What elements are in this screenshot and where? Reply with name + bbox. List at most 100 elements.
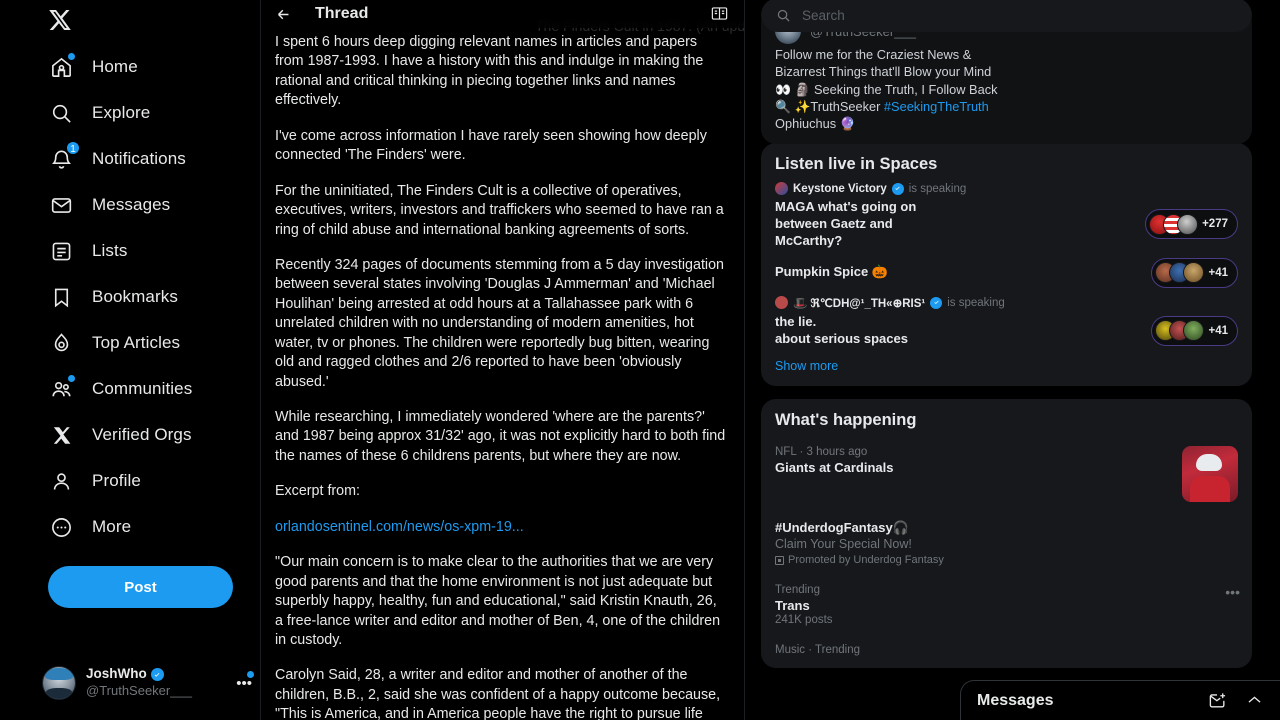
account-display-name: JoshWho <box>86 666 147 682</box>
trend-name: Giants at Cardinals <box>775 460 894 476</box>
right-sidebar: @TruthSeeker___ Follow me for the Crazie… <box>745 0 1280 720</box>
space-listener-count: +41 <box>1208 324 1228 337</box>
right-cards: Listen live in Spaces Keystone Victory i… <box>761 143 1252 681</box>
thread-column: Thread The Finders Cult in 1987. (An upd… <box>260 0 745 720</box>
x-logo-icon[interactable] <box>48 2 92 38</box>
sidebar-item-home[interactable]: Home <box>48 44 260 90</box>
sidebar-item-messages[interactable]: Messages <box>48 182 260 228</box>
host-avatar <box>775 182 788 195</box>
sidebar-item-verified-orgs[interactable]: Verified Orgs <box>48 412 260 458</box>
space-item[interactable]: Keystone Victory is speaking MAGA what's… <box>761 182 1252 258</box>
trend-post-count: 241K posts <box>775 614 833 627</box>
account-badge-dot <box>247 670 254 678</box>
space-listener-count: +41 <box>1208 266 1228 279</box>
promoted-item[interactable]: #UnderdogFantasy🎧 Claim Your Special Now… <box>761 512 1252 576</box>
account-display-name-row: JoshWho <box>86 666 192 683</box>
bookmark-icon <box>48 284 74 310</box>
sidebar-item-label: Top Articles <box>92 333 181 352</box>
sidebar-item-profile[interactable]: Profile <box>48 458 260 504</box>
post-paragraph: For the uninitiated, The Finders Cult is… <box>275 182 724 238</box>
home-icon <box>48 53 75 80</box>
trend-item[interactable]: NFL · 3 hours ago Giants at Cardinals <box>761 438 1252 512</box>
sidebar-item-explore[interactable]: Explore <box>48 90 260 136</box>
sidebar-item-label: Home <box>92 57 138 76</box>
avatar <box>42 666 76 700</box>
spaces-title: Listen live in Spaces <box>775 155 938 173</box>
home-badge-dot <box>68 53 75 60</box>
space-host-state: is speaking <box>908 182 967 195</box>
profile-bio-line: Bizarrest Things that'll Blow your Mind <box>775 64 992 80</box>
thumb-jersey <box>1190 476 1230 503</box>
sidebar-item-more[interactable]: More <box>48 504 260 550</box>
post-quote-paragraph: Carolyn Said, 28, a writer and editor an… <box>275 667 721 720</box>
post-paragraph: I've come across information I have rare… <box>275 127 707 164</box>
listener-avatar <box>1177 213 1199 235</box>
promoted-hashtag: #UnderdogFantasy🎧 <box>775 520 909 536</box>
post-paragraph: I spent 6 hours deep digging relevant na… <box>275 34 704 109</box>
messages-dock-actions <box>1208 691 1264 710</box>
sidebar-item-label: Profile <box>92 471 141 490</box>
search-input[interactable] <box>802 7 1237 23</box>
trend-item[interactable]: ••• Trending Trans 241K posts <box>761 576 1252 636</box>
search-bar[interactable] <box>761 0 1252 32</box>
promoted-label-row: Promoted by Underdog Fantasy <box>775 554 1238 566</box>
trend-text: NFL · 3 hours ago Giants at Cardinals <box>775 446 893 475</box>
profile-bio-line: 🔍 ✨TruthSeeker #SeekingTheTruth <box>775 98 1238 115</box>
post-paragraph: Excerpt from: <box>275 483 361 500</box>
spaces-show-more[interactable]: Show more <box>761 355 1252 386</box>
promoted-tagline: Claim Your Special Now! <box>775 537 912 552</box>
source-link[interactable]: orlandosentinel.com/news/os-xpm-19... <box>275 519 524 535</box>
trend-item[interactable]: Music · Trending <box>761 636 1252 668</box>
ellipsis-icon[interactable]: ••• <box>1225 585 1240 599</box>
account-switcher[interactable]: JoshWho @TruthSeeker___ ••• <box>42 660 254 706</box>
back-arrow-icon[interactable] <box>275 5 293 23</box>
sidebar-item-label: Communities <box>92 379 193 398</box>
sidebar-item-top-articles[interactable]: Top Articles <box>48 320 260 366</box>
profile-bio-line: 👀 🗿 Seeking the Truth, I Follow Back <box>775 81 998 97</box>
x-badge-icon <box>48 422 74 448</box>
sidebar-item-bookmarks[interactable]: Bookmarks <box>48 274 260 320</box>
person-icon <box>48 468 74 494</box>
search-icon <box>777 9 790 22</box>
sidebar-item-label: Lists <box>92 241 128 260</box>
space-main-row: MAGA what's going on between Gaetz and M… <box>775 199 1238 250</box>
sidebar-item-communities[interactable]: Communities <box>48 366 260 412</box>
profile-bio-text: 🔍 ✨TruthSeeker <box>775 98 884 114</box>
sidebar-item-label: More <box>92 517 132 536</box>
whats-happening-card: What's happening NFL · 3 hours ago Giant… <box>761 399 1252 669</box>
verified-badge-icon <box>150 668 164 682</box>
reader-mode-icon[interactable] <box>710 4 730 24</box>
promoted-icon <box>775 555 784 565</box>
chevron-up-icon[interactable] <box>1245 691 1264 710</box>
trend-thumbnail <box>1182 446 1238 503</box>
space-host-name: Keystone Victory <box>793 182 887 195</box>
new-message-icon[interactable] <box>1208 691 1227 710</box>
profile-bio-hashtag[interactable]: #SeekingTheTruth <box>884 99 989 114</box>
spaces-card: Listen live in Spaces Keystone Victory i… <box>761 143 1252 387</box>
space-listeners: +41 <box>1151 315 1238 346</box>
space-topic: the lie. about serious spaces <box>775 313 908 346</box>
x-twitter-app: Home Explore 1 Notifications Messages Li… <box>0 0 1280 720</box>
space-item[interactable]: Pumpkin Spice 🎃 +41 <box>761 257 1252 296</box>
post-content: I spent 6 hours deep digging relevant na… <box>261 33 744 720</box>
ellipsis-icon[interactable]: ••• <box>236 670 254 692</box>
sidebar-item-notifications[interactable]: 1 Notifications <box>48 136 260 182</box>
trend-meta: NFL · 3 hours ago <box>775 446 868 459</box>
account-names: JoshWho @TruthSeeker___ <box>86 666 192 699</box>
trend-name: Trans <box>775 598 810 614</box>
notifications-badge-count: 1 <box>65 140 81 156</box>
listener-avatar <box>1183 262 1205 284</box>
communities-icon <box>48 375 75 402</box>
space-host-name: 🎩 ℜ℃DH@¹_TH«⊕RIS¹ <box>793 297 926 310</box>
profile-bio-line: Ophiuchus 🔮 <box>775 116 856 132</box>
post-button[interactable]: Post <box>48 566 233 608</box>
whats-happening-title: What's happening <box>775 411 917 430</box>
sidebar-item-lists[interactable]: Lists <box>48 228 260 274</box>
space-listeners: +41 <box>1151 257 1238 288</box>
space-item[interactable]: 🎩 ℜ℃DH@¹_TH«⊕RIS¹ is speaking the lie. a… <box>761 296 1252 356</box>
list-icon <box>48 238 74 264</box>
messages-dock[interactable]: Messages <box>960 680 1280 720</box>
space-topic: MAGA what's going on between Gaetz and M… <box>775 199 917 248</box>
space-topic: Pumpkin Spice 🎃 <box>775 264 888 280</box>
profile-bio: Follow me for the Craziest News & Bizarr… <box>775 46 1238 132</box>
